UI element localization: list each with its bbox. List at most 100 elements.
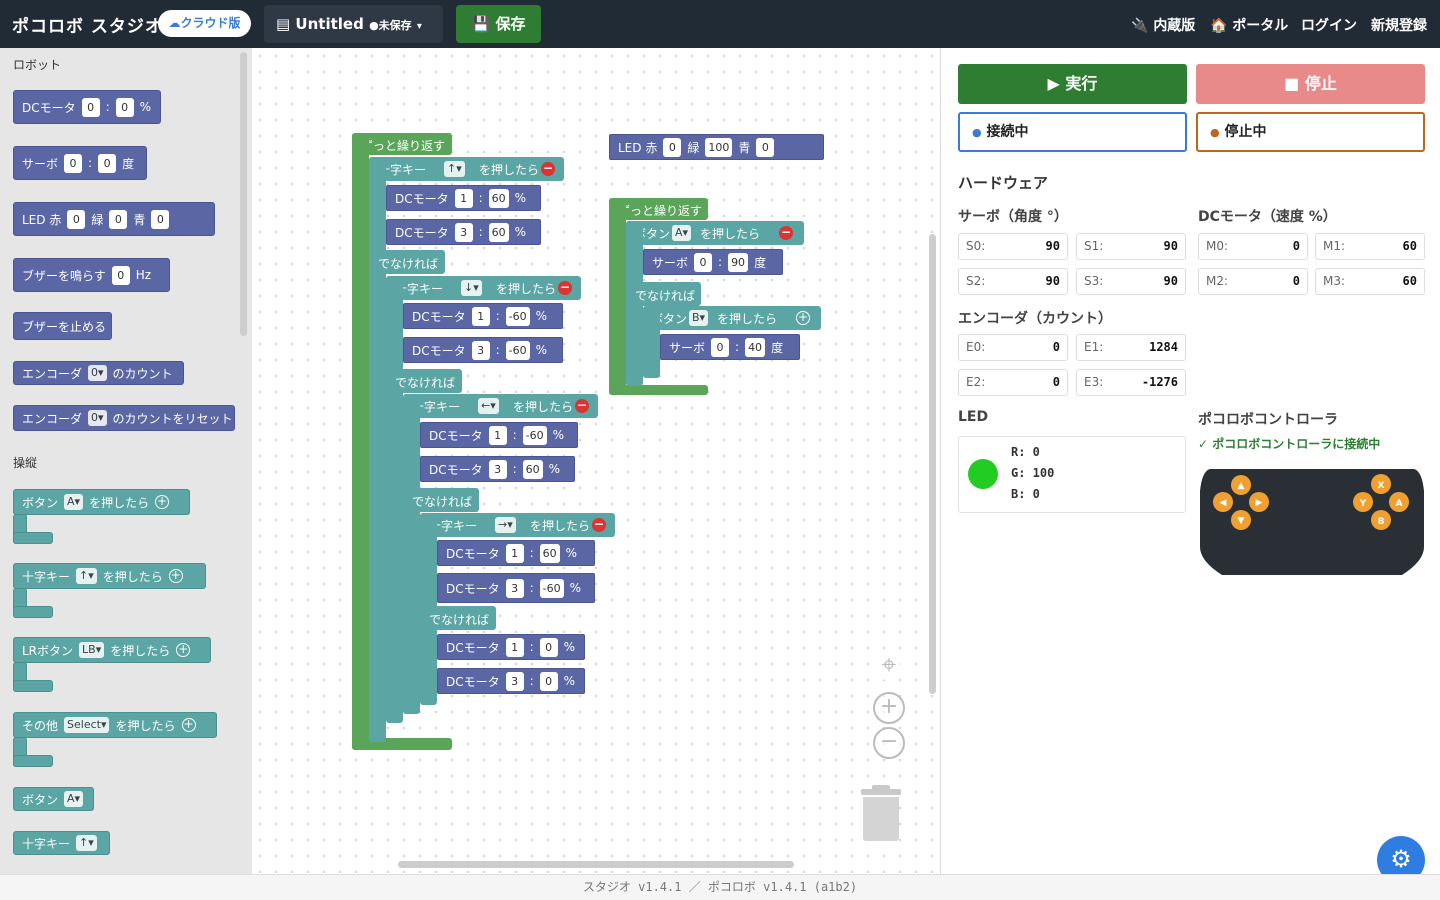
port-slot[interactable]: 1	[505, 637, 524, 657]
workspace-horizontal-scrollbar[interactable]	[398, 861, 794, 868]
cloud-badge[interactable]: ☁クラウド版	[158, 10, 251, 37]
value-slot[interactable]: 60	[488, 188, 509, 208]
workspace-vertical-scrollbar[interactable]	[929, 234, 936, 694]
port-slot[interactable]: 1	[488, 425, 507, 445]
value-slot[interactable]: 60	[488, 222, 509, 242]
button-if-header[interactable]: ボタン A▾ を押したら −	[626, 221, 804, 245]
remove-icon[interactable]: −	[779, 226, 793, 240]
dpad-dropdown[interactable]: →▾	[495, 517, 516, 533]
value-slot[interactable]: 60	[539, 543, 560, 563]
port-slot[interactable]: 3	[505, 671, 524, 691]
port-slot[interactable]: 3	[471, 340, 490, 360]
dc-motor-block[interactable]: DCモータ 3:60%	[420, 456, 575, 482]
dc-motor-block[interactable]: DCモータ 3:0%	[437, 668, 585, 694]
dpad-dropdown[interactable]: ←▾	[478, 398, 499, 414]
value-slot[interactable]: 40	[745, 337, 766, 357]
red-slot[interactable]: 0	[663, 137, 682, 157]
lr-dropdown[interactable]: LB▾	[79, 642, 105, 658]
value-slot[interactable]: 0	[98, 153, 117, 173]
remove-icon[interactable]: −	[575, 399, 589, 413]
red-slot[interactable]: 0	[67, 209, 86, 229]
value-slot[interactable]: 60	[522, 459, 543, 479]
dpad-dropdown[interactable]: ↓▾	[461, 280, 482, 296]
block-workspace[interactable]: ずっと繰り返す 十字キー ↑▾ を押したら − でなければ DCモータ 1:60% DC…	[252, 48, 940, 874]
button-dropdown[interactable]: A▾	[672, 225, 692, 241]
trash-icon[interactable]	[861, 785, 901, 841]
value-slot[interactable]: -60	[505, 306, 530, 326]
palette-encoder-count-block[interactable]: エンコーダ 0▾ のカウント	[13, 361, 184, 385]
dpad-dropdown[interactable]: ↑▾	[76, 835, 97, 851]
stop-button[interactable]: ■ 停止	[1196, 64, 1425, 104]
dpad-dropdown[interactable]: ↑▾	[444, 161, 465, 177]
dc-motor-block[interactable]: DCモータ 1:0%	[437, 634, 585, 660]
port-slot[interactable]: 0	[694, 252, 713, 272]
palette-buzzer-stop-block[interactable]: ブザーを止める	[13, 312, 112, 340]
value-slot[interactable]: -60	[505, 340, 530, 360]
port-slot[interactable]: 0	[81, 97, 100, 117]
nav-login[interactable]: ログイン	[1301, 15, 1357, 35]
blue-slot[interactable]: 0	[151, 209, 170, 229]
palette-dpad-pressed-block[interactable]: 十字キー ↑▾ を押したら +	[13, 563, 206, 589]
dc-motor-block[interactable]: DCモータ 1: -60%	[403, 303, 563, 329]
button-dropdown[interactable]: B▾	[689, 310, 709, 326]
green-slot[interactable]: 100	[705, 137, 733, 157]
dc-motor-block[interactable]: DCモータ 1:60%	[386, 185, 541, 211]
nav-builtin[interactable]: 🔌 内蔵版	[1131, 15, 1195, 35]
value-slot[interactable]: -60	[539, 578, 564, 598]
value-slot[interactable]: -60	[522, 425, 547, 445]
led-block[interactable]: LED 赤 0 緑 100 青 0	[609, 134, 824, 160]
if-block-header[interactable]: 十字キー ↑▾ を押したら −	[369, 157, 564, 181]
value-slot[interactable]: 0	[115, 97, 134, 117]
palette-led-block[interactable]: LED 赤0緑0青0	[13, 202, 215, 236]
servo-block[interactable]: サーボ 0:90 度	[643, 249, 783, 275]
button-dropdown[interactable]: A▾	[64, 494, 84, 510]
remove-icon[interactable]: −	[541, 162, 555, 176]
save-button[interactable]: 💾 保存	[456, 5, 541, 43]
other-dropdown[interactable]: Select▾	[64, 717, 110, 733]
add-icon[interactable]: +	[796, 311, 810, 325]
nav-signup[interactable]: 新規登録	[1371, 15, 1427, 35]
add-icon[interactable]: +	[181, 718, 196, 732]
servo-block[interactable]: サーボ 0:40 度	[660, 334, 800, 360]
port-dropdown[interactable]: 0▾	[88, 365, 107, 381]
remove-icon[interactable]: −	[592, 518, 606, 532]
palette-scrollbar[interactable]	[240, 52, 247, 336]
add-icon[interactable]: +	[176, 643, 191, 657]
blue-slot[interactable]: 0	[756, 137, 775, 157]
button-if-header[interactable]: ボタン B▾ を押したら +	[643, 306, 821, 330]
palette-button-pressed-block[interactable]: ボタン A▾ を押したら +	[13, 489, 190, 515]
port-slot[interactable]: 1	[454, 188, 473, 208]
nav-portal[interactable]: 🏠 ポータル	[1210, 15, 1288, 35]
value-slot[interactable]: 90	[728, 252, 749, 272]
green-slot[interactable]: 0	[109, 209, 128, 229]
palette-servo-block[interactable]: サーボ 0:0 度	[13, 146, 147, 180]
palette-dpad-value-block[interactable]: 十字キー ↑▾	[13, 831, 110, 855]
add-icon[interactable]: +	[168, 569, 183, 583]
zoom-in-icon[interactable]: +	[873, 692, 905, 724]
port-slot[interactable]: 1	[505, 543, 524, 563]
value-slot[interactable]: 0	[539, 637, 558, 657]
palette-dc-motor-block[interactable]: DCモータ 0:0%	[13, 90, 161, 124]
if-block-header[interactable]: 十字キー ↓▾ を押したら −	[386, 276, 581, 300]
run-button[interactable]: ▶ 実行	[958, 64, 1187, 104]
port-slot[interactable]: 3	[505, 578, 524, 598]
port-dropdown[interactable]: 0▾	[88, 410, 107, 426]
if-block-header[interactable]: 十字キー ←▾ を押したら −	[403, 394, 598, 418]
add-icon[interactable]: +	[155, 495, 170, 509]
value-slot[interactable]: 0	[539, 671, 558, 691]
palette-lr-pressed-block[interactable]: LRボタン LB▾ を押したら +	[13, 637, 211, 663]
port-slot[interactable]: 3	[488, 459, 507, 479]
palette-encoder-reset-block[interactable]: エンコーダ 0▾ のカウントをリセット	[13, 405, 235, 431]
if-block-header[interactable]: 十字キー →▾ を押したら −	[420, 513, 615, 537]
zoom-out-icon[interactable]: −	[873, 727, 905, 759]
remove-icon[interactable]: −	[558, 281, 572, 295]
value-slot[interactable]: 0	[111, 265, 130, 285]
port-slot[interactable]: 0	[711, 337, 730, 357]
dc-motor-block[interactable]: DCモータ 1:60%	[437, 540, 595, 566]
button-dropdown[interactable]: A▾	[64, 791, 84, 807]
dc-motor-block[interactable]: DCモータ 3: -60%	[403, 337, 563, 363]
dpad-dropdown[interactable]: ↑▾	[76, 568, 97, 584]
palette-button-value-block[interactable]: ボタン A▾	[13, 787, 94, 811]
project-menu[interactable]: ▤ Untitled ●未保存 ▾	[264, 5, 443, 43]
recenter-icon[interactable]: ⌖	[873, 649, 905, 681]
